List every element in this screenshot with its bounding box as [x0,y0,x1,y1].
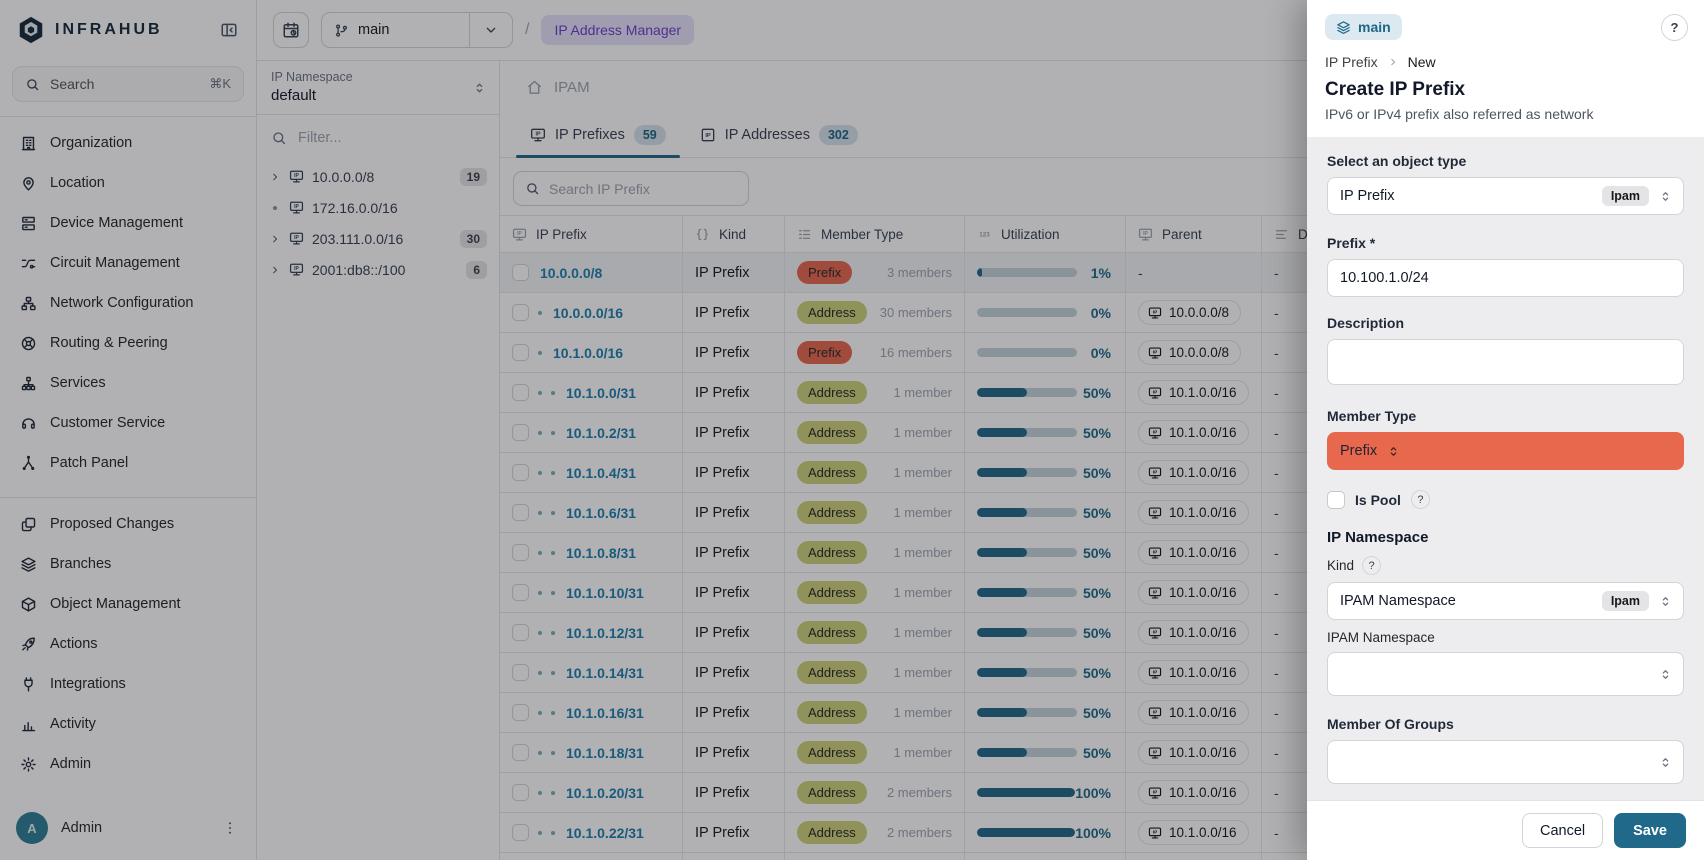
chevrons-up-down-icon [1658,594,1673,609]
panel-form: Select an object type IP Prefix Ipam Pre… [1307,137,1704,800]
breadcrumb-new: New [1408,54,1436,70]
member-type-label: Member Type [1327,408,1684,424]
kind-label-row: Kind ? [1327,556,1684,575]
is-pool-checkbox[interactable] [1327,491,1345,509]
chevrons-up-down-icon [1386,444,1401,459]
prefix-input[interactable] [1340,270,1673,286]
panel-header: main ? IP Prefix New Create IP Prefix IP… [1307,0,1704,137]
is-pool-row: Is Pool ? [1327,490,1684,509]
chevrons-up-down-icon [1658,755,1673,770]
save-button[interactable]: Save [1614,813,1686,848]
chevrons-up-down-icon [1658,667,1673,682]
app-root: INFRAHUB Search ⌘K Organization Location… [0,0,1704,860]
member-of-groups-label: Member Of Groups [1327,716,1684,732]
object-type-label: Select an object type [1327,153,1684,169]
modal-overlay[interactable] [0,0,1307,860]
layers-icon [1336,20,1351,35]
panel-footer: Cancel Save [1307,800,1704,860]
ipam-badge: Ipam [1602,591,1649,611]
member-of-groups-select[interactable] [1327,740,1684,784]
description-input[interactable] [1327,339,1684,385]
description-field-label: Description [1327,315,1684,331]
branch-badge: main [1325,14,1402,40]
prefix-field [1327,259,1684,297]
panel-subtitle: IPv6 or IPv4 prefix also referred as net… [1325,106,1686,122]
ipam-namespace-label: IPAM Namespace [1327,630,1684,645]
help-button[interactable]: ? [1661,14,1688,41]
breadcrumb-ip-prefix[interactable]: IP Prefix [1325,54,1378,70]
panel-breadcrumb: IP Prefix New [1325,54,1686,70]
chevron-right-icon [1387,56,1399,68]
ip-namespace-heading: IP Namespace [1327,529,1684,546]
object-type-select[interactable]: IP Prefix Ipam [1327,177,1684,215]
is-pool-help-icon[interactable]: ? [1411,490,1430,509]
ipam-badge: Ipam [1602,186,1649,206]
panel-title: Create IP Prefix [1325,79,1686,101]
chevrons-up-down-icon [1658,189,1673,204]
ipam-namespace-select[interactable] [1327,652,1684,696]
cancel-button[interactable]: Cancel [1522,813,1603,848]
create-ip-prefix-panel: main ? IP Prefix New Create IP Prefix IP… [1307,0,1704,860]
member-type-select[interactable]: Prefix [1327,432,1684,470]
is-pool-label: Is Pool [1355,492,1401,508]
prefix-field-label: Prefix * [1327,235,1684,251]
kind-select[interactable]: IPAM Namespace Ipam [1327,582,1684,620]
kind-help-icon[interactable]: ? [1362,556,1381,575]
